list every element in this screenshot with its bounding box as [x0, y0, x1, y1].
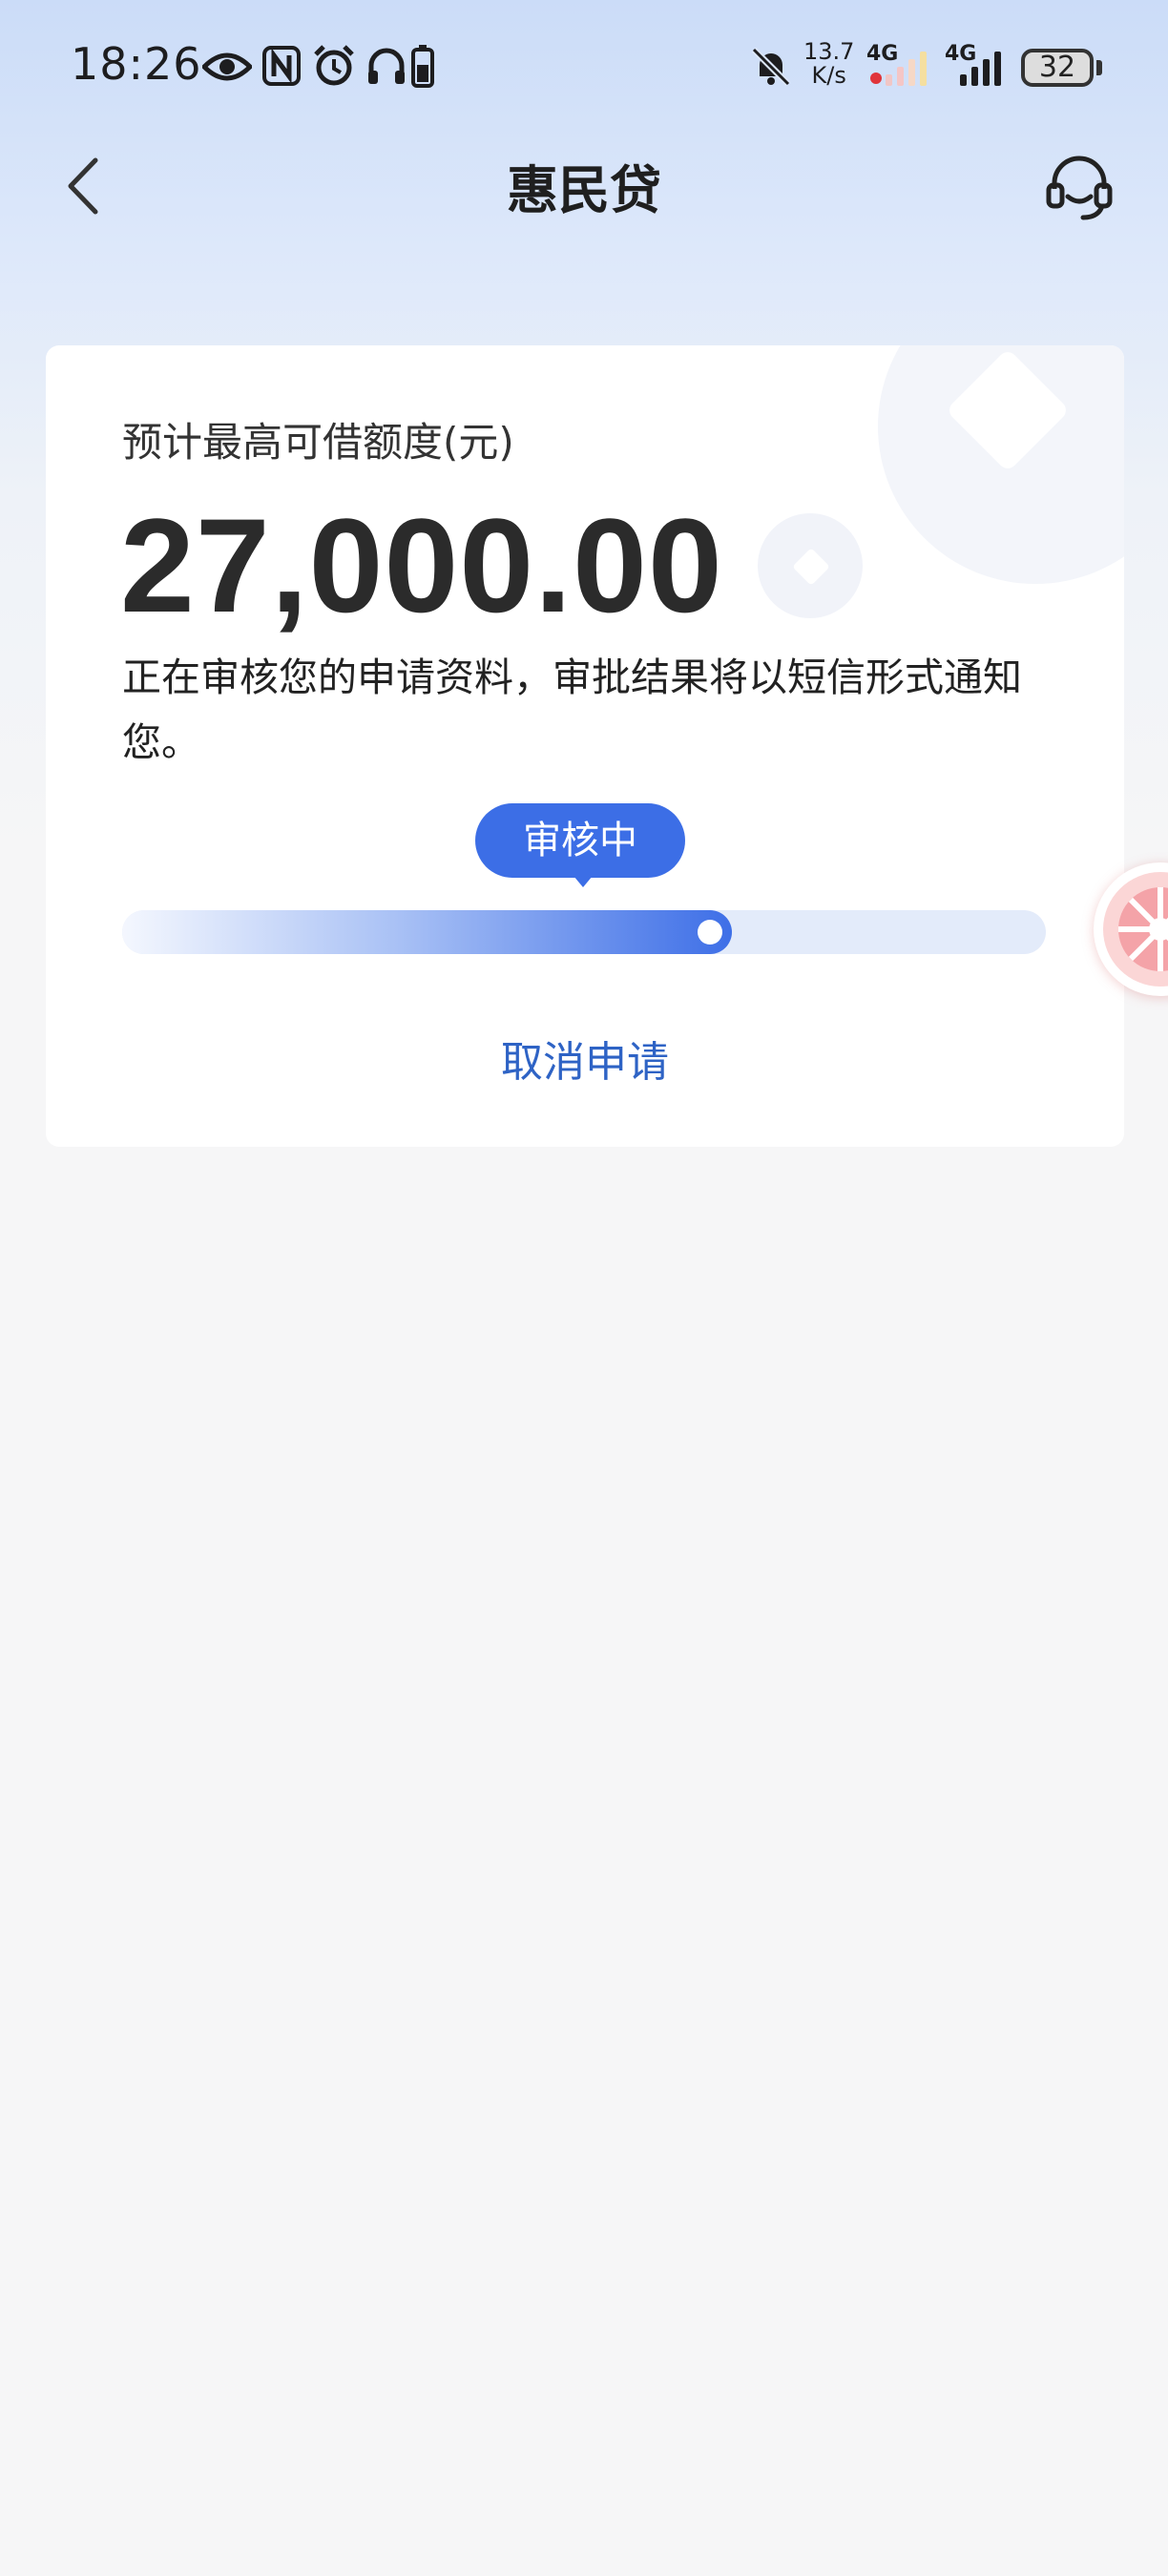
mute-bell-icon [751, 47, 791, 87]
signal-icon [870, 52, 927, 86]
review-progress-bar [122, 910, 1046, 954]
network-speed-value: 13.7 [803, 38, 855, 65]
page-title: 惠民贷 [507, 160, 661, 220]
review-progress-fill [122, 910, 732, 954]
battery-indicator: 32 [1021, 49, 1094, 87]
network-speed-unit: K/s [811, 62, 846, 89]
status-bar: 18:26 13.7 K/s 4G 4G 32 [0, 0, 1168, 134]
loan-status-card: 预计最高可借额度(元) 27,000.00 正在审核您的申请资料，审批结果将以短… [46, 345, 1124, 1147]
battery-tip [1096, 60, 1102, 75]
review-status-text: 正在审核您的申请资料，审批结果将以短信形式通知您。 [122, 654, 1022, 765]
limit-label: 预计最高可借额度(元) [122, 419, 514, 466]
cancel-application-link[interactable]: 取消申请 [46, 1028, 1124, 1089]
headphones-icon [368, 48, 405, 84]
page: 18:26 13.7 K/s 4G 4G 32 惠民贷 预计最高可借额度(元) … [0, 0, 1168, 2576]
status-time: 18:26 [71, 38, 202, 90]
network-speed: 13.7 K/s [803, 40, 854, 88]
signal-icon [960, 52, 1001, 86]
nfc-icon [262, 46, 301, 86]
phone-battery-icon [411, 45, 434, 88]
alarm-icon [314, 45, 354, 86]
limit-amount: 27,000.00 [120, 490, 723, 640]
customer-service-icon[interactable] [1045, 153, 1114, 221]
status-badge: 审核中 [475, 803, 685, 878]
eye-icon [202, 52, 252, 81]
status-badge-pointer [574, 876, 593, 887]
review-progress-knob [698, 920, 722, 945]
